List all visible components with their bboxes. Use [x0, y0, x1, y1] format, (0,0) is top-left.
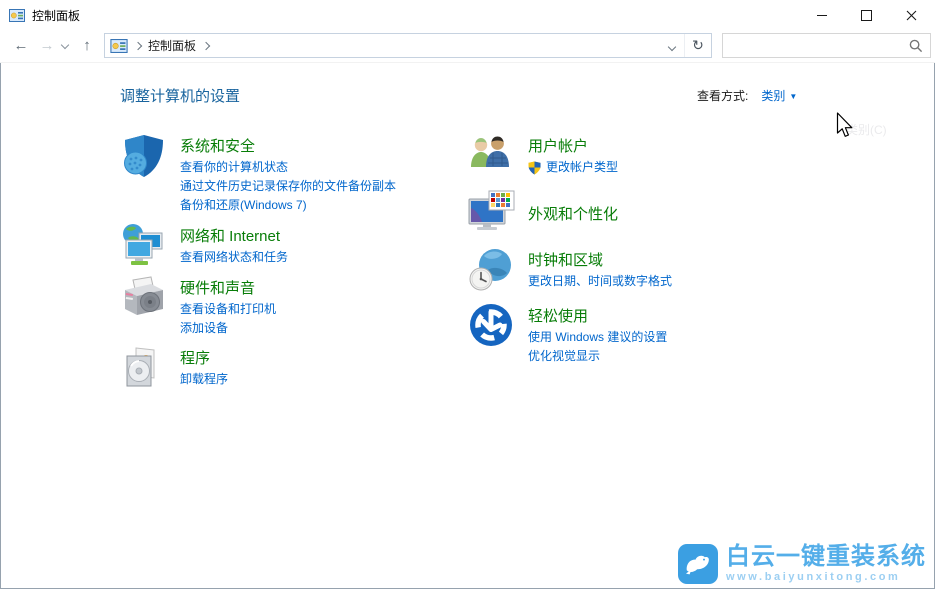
ease-of-access-icon[interactable] [468, 302, 516, 350]
category-title-user-accounts[interactable]: 用户帐户 [528, 136, 618, 157]
link-network-status-tasks[interactable]: 查看网络状态和任务 [180, 248, 288, 267]
category-appearance-personalization: 外观和个性化 [468, 188, 813, 238]
back-button[interactable]: ← [8, 30, 34, 62]
refresh-button[interactable]: ↻ [684, 34, 711, 57]
view-by-dropdown-icon[interactable]: ▼ [789, 92, 797, 101]
up-button[interactable]: ↑ [74, 30, 100, 62]
monitor-palette-icon[interactable] [468, 190, 516, 238]
program-disc-icon[interactable] [120, 344, 168, 392]
category-clock-region: 时钟和区域 更改日期、时间或数字格式 [468, 244, 813, 294]
category-programs: 程序 卸载程序 [120, 342, 465, 392]
link-view-computer-status[interactable]: 查看你的计算机状态 [180, 158, 396, 177]
category-title-programs[interactable]: 程序 [180, 348, 228, 369]
ghost-menu-item: 类别(C) [846, 121, 887, 138]
title-bar[interactable]: 控制面板 [0, 0, 935, 30]
breadcrumb-chevron-icon[interactable] [134, 41, 142, 49]
link-change-date-time-format[interactable]: 更改日期、时间或数字格式 [528, 272, 672, 291]
search-input[interactable] [723, 39, 909, 53]
uac-shield-icon [528, 161, 541, 175]
maximize-icon [861, 10, 872, 21]
control-panel-breadcrumb-icon [110, 39, 128, 53]
globe-clock-icon[interactable] [468, 246, 516, 294]
link-file-history-backup[interactable]: 通过文件历史记录保存你的文件备份副本 [180, 177, 396, 196]
history-dropdown-icon[interactable] [61, 41, 69, 49]
category-user-accounts: 用户帐户 更改帐户类型 [468, 130, 813, 180]
link-backup-restore-win7[interactable]: 备份和还原(Windows 7) [180, 196, 396, 215]
address-bar[interactable]: 控制面板 ↻ [104, 33, 712, 58]
navigation-toolbar: ← → ↑ 控制面板 ↻ [0, 30, 935, 63]
network-globe-monitors-icon[interactable] [120, 222, 168, 270]
breadcrumb-chevron-icon[interactable] [202, 41, 210, 49]
category-title-network-internet[interactable]: 网络和 Internet [180, 226, 288, 247]
view-by-category-link[interactable]: 类别 [761, 89, 785, 103]
link-uninstall-program[interactable]: 卸载程序 [180, 370, 228, 389]
category-system-security: 系统和安全 查看你的计算机状态 通过文件历史记录保存你的文件备份副本 备份和还原… [120, 130, 465, 215]
minimize-button[interactable] [799, 1, 844, 30]
category-network-internet: 网络和 Internet 查看网络状态和任务 [120, 220, 465, 270]
category-ease-of-access: 轻松使用 使用 Windows 建议的设置 优化视觉显示 [468, 300, 813, 366]
breadcrumb-control-panel[interactable]: 控制面板 [148, 37, 196, 54]
view-by-label: 查看方式: [697, 89, 748, 103]
link-windows-suggested-settings[interactable]: 使用 Windows 建议的设置 [528, 328, 667, 347]
watermark-logo: 白云一键重装系统 www.baiyunxitong.com [678, 544, 926, 584]
category-title-appearance[interactable]: 外观和个性化 [528, 204, 618, 225]
forward-button[interactable]: → [34, 30, 60, 62]
link-change-account-type[interactable]: 更改帐户类型 [528, 158, 618, 177]
category-title-system-security[interactable]: 系统和安全 [180, 136, 396, 157]
close-button[interactable] [889, 1, 934, 30]
search-icon[interactable] [909, 39, 923, 53]
category-title-clock-region[interactable]: 时钟和区域 [528, 250, 672, 271]
category-hardware-sound: 硬件和声音 查看设备和打印机 添加设备 [120, 272, 465, 338]
page-title: 调整计算机的设置 [120, 85, 240, 106]
link-optimize-visual-display[interactable]: 优化视觉显示 [528, 347, 667, 366]
view-by-control: 查看方式: 类别 ▼ [697, 87, 797, 104]
search-box[interactable] [722, 33, 931, 58]
link-change-account-type-label: 更改帐户类型 [546, 158, 618, 177]
watermark-url-text: www.baiyunxitong.com [726, 571, 926, 583]
security-shield-icon[interactable] [120, 132, 168, 180]
link-add-device[interactable]: 添加设备 [180, 319, 276, 338]
printer-icon[interactable] [120, 274, 168, 322]
maximize-button[interactable] [844, 1, 889, 30]
user-accounts-icon[interactable] [468, 132, 516, 180]
control-panel-app-icon [9, 9, 25, 22]
category-title-hardware-sound[interactable]: 硬件和声音 [180, 278, 276, 299]
bird-logo-icon [678, 544, 718, 584]
watermark-brand-text: 白云一键重装系统 [726, 544, 926, 570]
link-devices-printers[interactable]: 查看设备和打印机 [180, 300, 276, 319]
window-title: 控制面板 [32, 7, 80, 24]
minimize-icon [817, 15, 827, 16]
address-dropdown-icon[interactable] [660, 37, 684, 55]
category-title-ease-of-access[interactable]: 轻松使用 [528, 306, 667, 327]
close-icon [906, 10, 917, 21]
